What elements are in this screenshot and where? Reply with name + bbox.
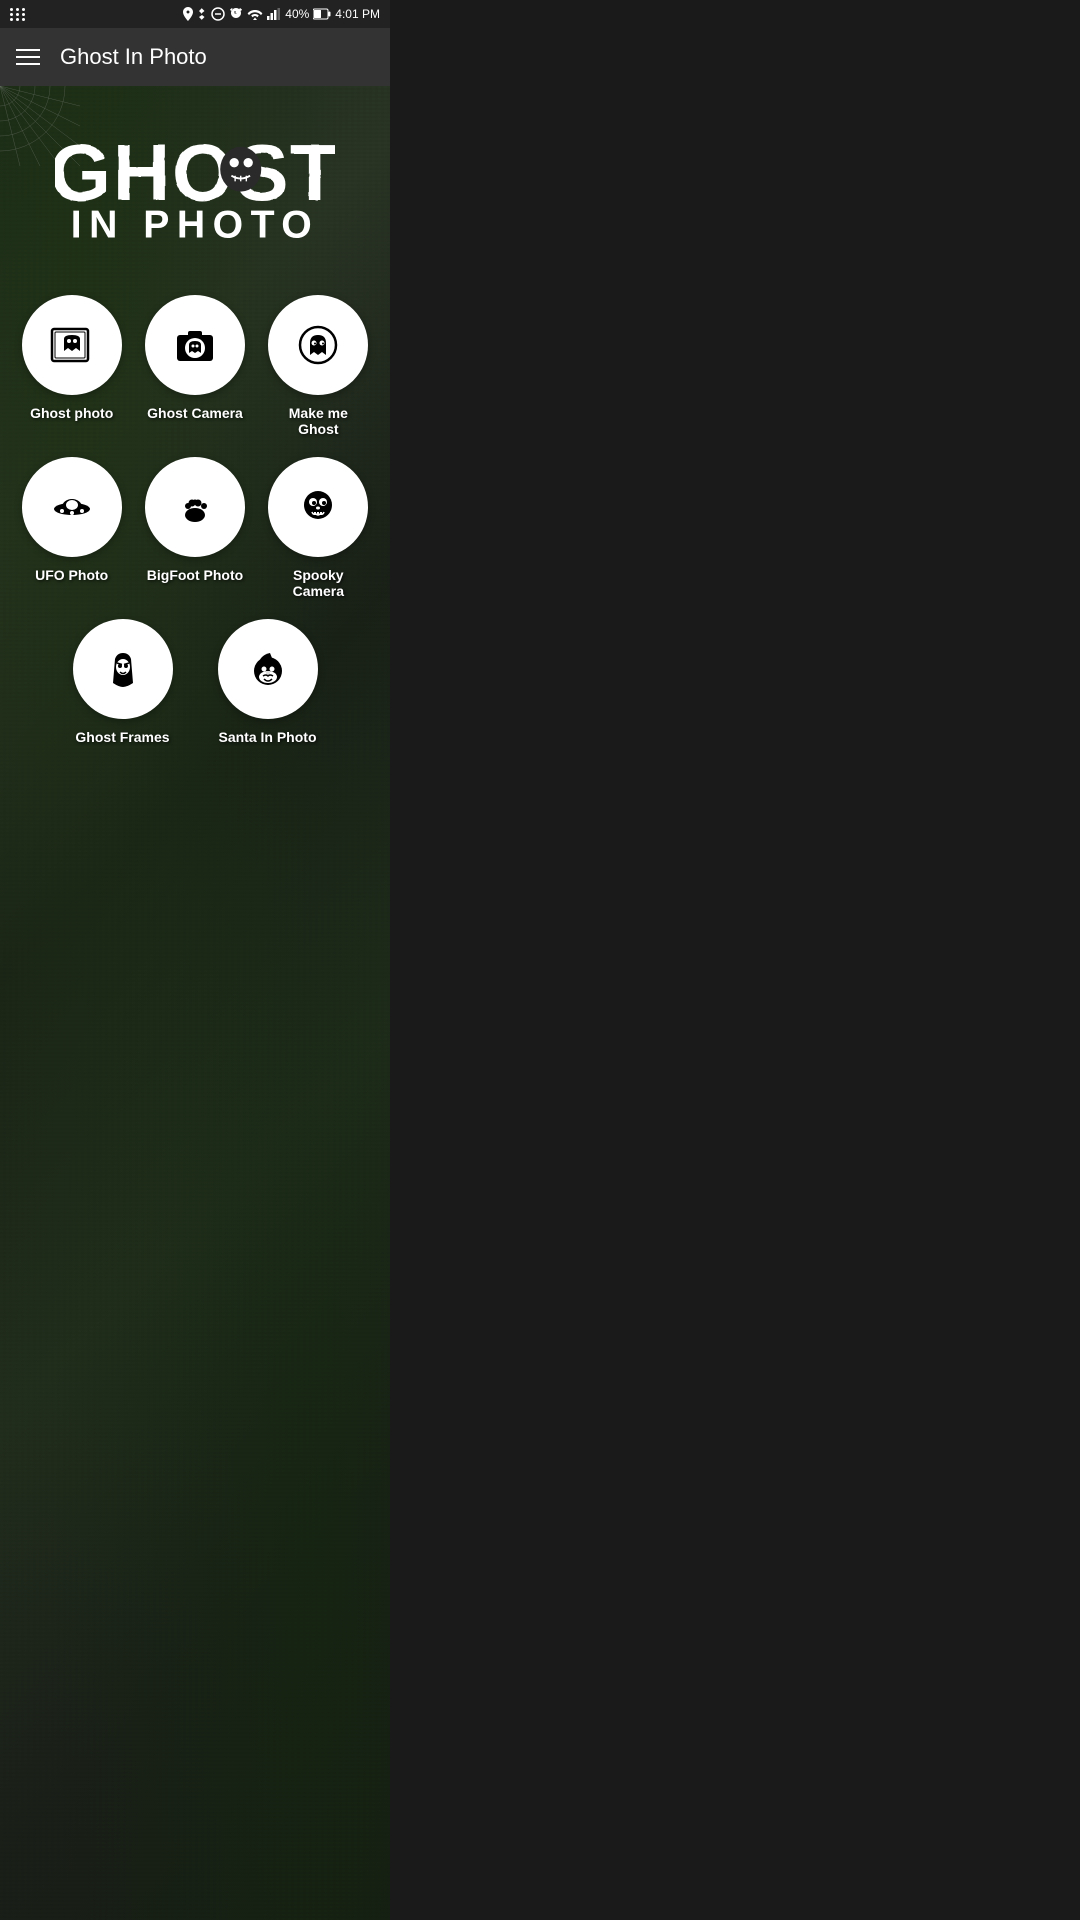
ghost-frames-label: Ghost Frames [75,729,169,745]
ghost-frames-icon [99,645,147,693]
dnd-icon [211,7,225,21]
hamburger-line-3 [16,63,40,65]
status-bar: 40% 4:01 PM [0,0,390,28]
ghost-photo-item[interactable]: Ghost photo [20,295,123,437]
battery-icon [313,8,331,20]
ghost-photo-icon [48,321,96,369]
logo-area: GHOST IN PHOTO [0,86,390,285]
ufo-icon [48,483,96,531]
svg-text:IN PHOTO: IN PHOTO [71,203,319,246]
spooky-camera-icon [294,483,342,531]
battery-percent: 40% [285,7,309,21]
alarm-icon [229,7,243,21]
status-left [10,8,26,21]
wifi-icon [247,8,263,20]
ghost-camera-button[interactable] [145,295,245,395]
make-me-ghost-item[interactable]: Make me Ghost [267,295,370,437]
spooky-camera-label: Spooky Camera [267,567,370,599]
ufo-photo-button[interactable] [22,457,122,557]
santa-photo-item[interactable]: Santa In Photo [205,619,330,745]
ufo-photo-label: UFO Photo [35,567,108,583]
app-title: Ghost In Photo [60,44,207,70]
nav-bar: Ghost In Photo [0,28,390,86]
ghost-camera-label: Ghost Camera [147,405,243,421]
signal-icon [267,8,281,20]
feature-grid: Ghost photo Ghost Camera [0,285,390,609]
bottom-grid: Ghost Frames [0,609,390,755]
main-content: GHOST IN PHOTO [0,86,390,1920]
make-me-ghost-button[interactable] [268,295,368,395]
ghost-photo-button[interactable] [22,295,122,395]
ufo-photo-item[interactable]: UFO Photo [20,457,123,599]
bluetooth-icon [197,7,207,21]
make-me-ghost-label: Make me Ghost [267,405,370,437]
bigfoot-photo-button[interactable] [145,457,245,557]
ghost-camera-icon [171,321,219,369]
santa-icon [244,645,292,693]
spooky-camera-item[interactable]: Spooky Camera [267,457,370,599]
ghost-frames-item[interactable]: Ghost Frames [60,619,185,745]
bigfoot-photo-label: BigFoot Photo [147,567,243,583]
clock: 4:01 PM [335,7,380,21]
santa-photo-label: Santa In Photo [219,729,317,745]
santa-photo-button[interactable] [218,619,318,719]
app-dots-icon [10,8,26,21]
menu-button[interactable] [16,49,40,65]
ghost-camera-item[interactable]: Ghost Camera [143,295,246,437]
bigfoot-photo-item[interactable]: BigFoot Photo [143,457,246,599]
app-logo: GHOST IN PHOTO [55,116,335,265]
make-ghost-icon [294,321,342,369]
spooky-camera-button[interactable] [268,457,368,557]
bigfoot-icon [171,483,219,531]
location-icon [183,7,193,21]
ghost-frames-button[interactable] [73,619,173,719]
ghost-photo-label: Ghost photo [30,405,113,421]
hamburger-line-2 [16,56,40,58]
hamburger-line-1 [16,49,40,51]
status-right: 40% 4:01 PM [183,7,380,21]
